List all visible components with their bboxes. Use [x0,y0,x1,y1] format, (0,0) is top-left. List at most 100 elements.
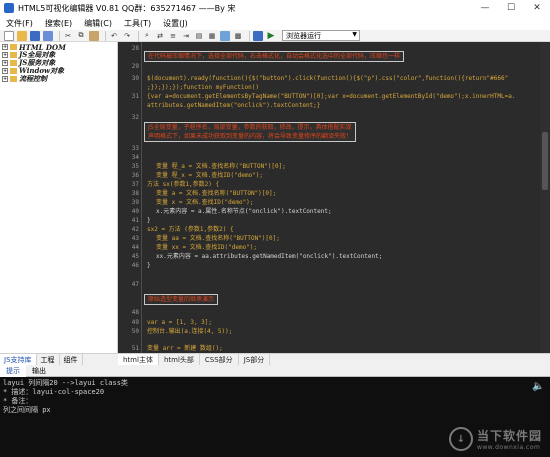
folder-icon [10,68,17,74]
find-icon[interactable]: ⌕ [142,31,152,41]
code-text: 变量 程_x = 文档.查找ID("demo"); [156,172,264,179]
output-line: layui 列间隔20 -->layui class类 [3,379,128,387]
expand-icon[interactable]: + [2,76,8,82]
run-icon[interactable]: ▶ [266,31,276,41]
line-number: 36 [131,172,139,179]
window-title: HTML5可视化编辑器 V0.81 QQ群：635271467 ——By 宋 [18,3,236,13]
code-text: var a = [1, 3, 3]; [147,319,213,326]
code-line: attributes.getNamedItem("onclick").textC… [118,101,540,110]
line-number: 28 [131,45,139,52]
save-icon[interactable] [30,30,40,41]
code-line: 45 xx.元素内容 = aa.attributes.getNamedItem("… [118,252,540,261]
line-number: 40 [131,208,139,215]
tree-item-window[interactable]: + Window对象 [0,66,117,75]
chevron-down-icon: ▼ [352,31,357,38]
undo-icon[interactable]: ↶ [109,31,119,41]
paste-icon[interactable] [89,30,99,41]
format-icon[interactable]: ≡ [168,31,178,41]
minimize-button[interactable]: — [472,0,498,16]
code-line: 37 方法 sx(参数1,参数2) { [118,180,540,189]
comment-line: 声明格式下，如果未成功获取到变量的内容，将会导致变量修序的翻译失败！ [148,133,353,140]
comment-icon[interactable]: ▤ [194,31,204,41]
expand-icon[interactable]: + [2,52,8,58]
indent-icon[interactable]: ⇥ [181,31,191,41]
open-folder-icon[interactable] [17,30,27,41]
line-number: 44 [131,244,139,251]
code-line: 48 [118,308,540,317]
new-file-icon[interactable] [4,30,14,41]
toolbar-separator [138,30,139,41]
save-all-icon[interactable] [43,30,53,41]
line-number: 35 [131,163,139,170]
line-number: 30 [131,75,139,82]
output-tabs: 提示 输出 [0,365,550,377]
maximize-button[interactable]: ☐ [498,0,524,16]
line-number: 42 [131,226,139,233]
code-line: 49 var a = [1, 3, 3]; [118,318,540,327]
redo-icon[interactable]: ↷ [122,31,132,41]
tab-hints[interactable]: 提示 [0,365,26,377]
code-line: 42 sx2 = 方法 (参数1,参数2) { [118,225,540,234]
left-panel-tabs: JS支持库 工程 组件 [0,353,118,366]
folder-icon [10,52,17,58]
cut-icon[interactable]: ✂ [63,31,73,41]
code-line: 50 控制台.输出(a.连接(4, 5)); [118,327,540,336]
code-line: 41} [118,216,540,225]
window-controls: — ☐ ✕ [472,0,550,16]
code-line: 34 [118,153,540,162]
folder-icon [10,76,17,82]
tree-item-label: 流程控制 [19,74,47,83]
scrollbar-thumb[interactable] [542,132,548,190]
tab-output[interactable]: 输出 [26,365,52,377]
code-line: 36 变量 程_x = 文档.查找ID("demo"); [118,171,540,180]
code-line: ;});});});function myFunction() [118,83,540,92]
code-area[interactable]: 28 在代码被压缩情况下，选择全部代码，右击格式化，自动会格式化选中的全部代码，… [118,42,540,353]
image-icon[interactable] [220,30,230,41]
code-text: 方法 sx(参数1,参数2) { [147,181,220,188]
comment-box: 原始造型变量的继承演示 [144,294,219,305]
code-line: 38 变量 a = 文档.查找名称("BUTTON")[0]; [118,189,540,198]
code-text: } [147,217,151,224]
code-line: 35 变量 程_a = 文档.查找名称("BUTTON")[0]; [118,162,540,171]
code-line: 31 {var a=document.getElementsByTagName("… [118,92,540,101]
code-text: attributes.getNamedItem("onclick").textC… [147,102,321,109]
tree-item-flow-control[interactable]: + 流程控制 [0,74,117,83]
menu-bar: 文件(F) 搜索(E) 编辑(C) 工具(T) 设置(J) [0,16,550,30]
toolbar-separator [59,30,60,41]
expand-icon[interactable]: + [2,60,8,66]
comment-line: JS全局变量，子程序名，局部变量，参数的获取，修改，提示，具体搭配实现 [148,124,352,131]
speaker-icon[interactable]: 🔈 [532,381,544,393]
menu-search[interactable]: 搜索(E) [45,18,72,29]
close-button[interactable]: ✕ [524,0,550,16]
title-bar: HTML5可视化编辑器 V0.81 QQ群：635271467 ——By 宋 —… [0,0,550,16]
menu-file[interactable]: 文件(F) [6,18,33,29]
menu-edit[interactable]: 编辑(C) [84,18,112,29]
code-text: 变量 程_a = 文档.查找名称("BUTTON")[0]; [156,163,286,170]
output-line: 列之间间隔 px [3,406,51,414]
copy-icon[interactable]: ⧉ [76,31,86,41]
line-number: 41 [131,217,139,224]
bookmark-icon[interactable]: ▦ [207,31,217,41]
vertical-scrollbar[interactable] [540,42,550,353]
watermark-name: 当下软件园 [476,429,542,443]
code-text: 变量 arr = 新建 数组(); [147,345,223,352]
run-mode-select[interactable]: 浏览器运行 ▼ [282,30,360,41]
menu-settings[interactable]: 设置(J) [163,18,188,29]
run-mode-value: 浏览器运行 [286,31,321,40]
menu-tools[interactable]: 工具(T) [124,18,151,29]
expand-icon[interactable]: + [2,68,8,74]
code-line: 40 x.元素内容 = a.属性.名称节点("onclick").textCont… [118,207,540,216]
preview-icon[interactable] [253,30,263,41]
expand-icon[interactable]: + [2,44,8,50]
line-number: 51 [131,345,139,352]
line-number: 46 [131,262,139,269]
code-editor[interactable]: 28 在代码被压缩情况下，选择全部代码，右击格式化，自动会格式化选中的全部代码，… [118,42,550,353]
grid-icon[interactable]: ▩ [233,31,243,41]
replace-icon[interactable]: ⇄ [155,31,165,41]
line-number: 45 [131,253,139,260]
tree-item-html-dom[interactable]: + HTML DOM [0,43,117,52]
code-text: x.元素内容 = a.属性.名称节点("onclick").textConten… [156,208,332,215]
output-console[interactable]: layui 列间隔20 -->layui class类 * 描述：layui-c… [0,377,550,457]
toolbar-separator [249,30,250,41]
tree-item-js-global[interactable]: + JS全局对象 [0,50,117,59]
